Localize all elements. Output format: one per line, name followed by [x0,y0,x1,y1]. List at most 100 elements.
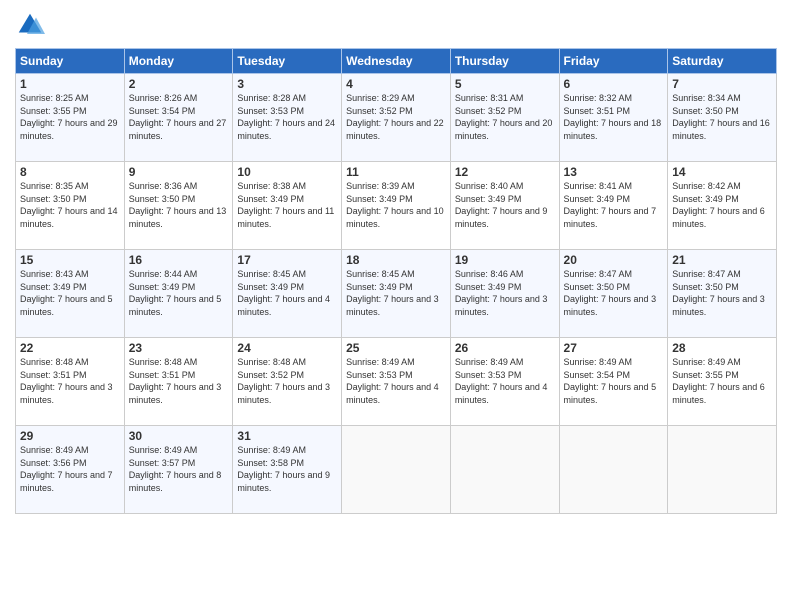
day-info: Sunrise: 8:49 AM Sunset: 3:58 PM Dayligh… [237,444,337,494]
day-info: Sunrise: 8:49 AM Sunset: 3:55 PM Dayligh… [672,356,772,406]
calendar-cell: 21 Sunrise: 8:47 AM Sunset: 3:50 PM Dayl… [668,250,777,338]
calendar-cell [450,426,559,514]
sunrise-label: Sunrise: 8:46 AM [455,269,524,279]
calendar-cell [668,426,777,514]
calendar-cell: 24 Sunrise: 8:48 AM Sunset: 3:52 PM Dayl… [233,338,342,426]
sunset-label: Sunset: 3:49 PM [346,282,413,292]
sunset-label: Sunset: 3:52 PM [455,106,522,116]
sunrise-label: Sunrise: 8:47 AM [564,269,633,279]
calendar-week-3: 15 Sunrise: 8:43 AM Sunset: 3:49 PM Dayl… [16,250,777,338]
sunset-label: Sunset: 3:49 PM [564,194,631,204]
day-number: 5 [455,77,555,91]
daylight-label: Daylight: 7 hours and 4 minutes. [346,382,439,405]
calendar-cell: 31 Sunrise: 8:49 AM Sunset: 3:58 PM Dayl… [233,426,342,514]
daylight-label: Daylight: 7 hours and 5 minutes. [129,294,222,317]
daylight-label: Daylight: 7 hours and 8 minutes. [129,470,222,493]
sunrise-label: Sunrise: 8:49 AM [346,357,415,367]
day-info: Sunrise: 8:47 AM Sunset: 3:50 PM Dayligh… [564,268,664,318]
calendar-cell: 23 Sunrise: 8:48 AM Sunset: 3:51 PM Dayl… [124,338,233,426]
sunset-label: Sunset: 3:55 PM [20,106,87,116]
daylight-label: Daylight: 7 hours and 7 minutes. [20,470,113,493]
sunrise-label: Sunrise: 8:38 AM [237,181,306,191]
day-info: Sunrise: 8:47 AM Sunset: 3:50 PM Dayligh… [672,268,772,318]
day-number: 13 [564,165,664,179]
day-info: Sunrise: 8:40 AM Sunset: 3:49 PM Dayligh… [455,180,555,230]
day-number: 22 [20,341,120,355]
daylight-label: Daylight: 7 hours and 4 minutes. [455,382,548,405]
sunset-label: Sunset: 3:57 PM [129,458,196,468]
sunset-label: Sunset: 3:56 PM [20,458,87,468]
calendar-cell: 17 Sunrise: 8:45 AM Sunset: 3:49 PM Dayl… [233,250,342,338]
sunrise-label: Sunrise: 8:49 AM [129,445,198,455]
day-number: 28 [672,341,772,355]
day-info: Sunrise: 8:49 AM Sunset: 3:53 PM Dayligh… [455,356,555,406]
daylight-label: Daylight: 7 hours and 6 minutes. [672,382,765,405]
day-header-sunday: Sunday [16,49,125,74]
day-info: Sunrise: 8:43 AM Sunset: 3:49 PM Dayligh… [20,268,120,318]
sunset-label: Sunset: 3:53 PM [237,106,304,116]
day-number: 23 [129,341,229,355]
day-number: 2 [129,77,229,91]
calendar-cell: 2 Sunrise: 8:26 AM Sunset: 3:54 PM Dayli… [124,74,233,162]
day-number: 20 [564,253,664,267]
sunrise-label: Sunrise: 8:49 AM [237,445,306,455]
sunrise-label: Sunrise: 8:43 AM [20,269,89,279]
sunset-label: Sunset: 3:50 PM [129,194,196,204]
calendar-cell: 4 Sunrise: 8:29 AM Sunset: 3:52 PM Dayli… [342,74,451,162]
calendar-cell: 15 Sunrise: 8:43 AM Sunset: 3:49 PM Dayl… [16,250,125,338]
day-number: 8 [20,165,120,179]
calendar-cell: 6 Sunrise: 8:32 AM Sunset: 3:51 PM Dayli… [559,74,668,162]
day-header-thursday: Thursday [450,49,559,74]
calendar-cell: 27 Sunrise: 8:49 AM Sunset: 3:54 PM Dayl… [559,338,668,426]
sunrise-label: Sunrise: 8:28 AM [237,93,306,103]
calendar-cell: 8 Sunrise: 8:35 AM Sunset: 3:50 PM Dayli… [16,162,125,250]
daylight-label: Daylight: 7 hours and 13 minutes. [129,206,227,229]
sunrise-label: Sunrise: 8:35 AM [20,181,89,191]
calendar-cell: 10 Sunrise: 8:38 AM Sunset: 3:49 PM Dayl… [233,162,342,250]
calendar-cell: 20 Sunrise: 8:47 AM Sunset: 3:50 PM Dayl… [559,250,668,338]
day-info: Sunrise: 8:39 AM Sunset: 3:49 PM Dayligh… [346,180,446,230]
calendar-cell: 29 Sunrise: 8:49 AM Sunset: 3:56 PM Dayl… [16,426,125,514]
day-info: Sunrise: 8:35 AM Sunset: 3:50 PM Dayligh… [20,180,120,230]
day-info: Sunrise: 8:29 AM Sunset: 3:52 PM Dayligh… [346,92,446,142]
sunset-label: Sunset: 3:50 PM [672,282,739,292]
day-header-wednesday: Wednesday [342,49,451,74]
daylight-label: Daylight: 7 hours and 3 minutes. [672,294,765,317]
calendar-week-2: 8 Sunrise: 8:35 AM Sunset: 3:50 PM Dayli… [16,162,777,250]
sunrise-label: Sunrise: 8:49 AM [564,357,633,367]
day-number: 3 [237,77,337,91]
sunset-label: Sunset: 3:49 PM [455,282,522,292]
day-info: Sunrise: 8:49 AM Sunset: 3:57 PM Dayligh… [129,444,229,494]
day-number: 26 [455,341,555,355]
daylight-label: Daylight: 7 hours and 6 minutes. [672,206,765,229]
calendar-cell: 11 Sunrise: 8:39 AM Sunset: 3:49 PM Dayl… [342,162,451,250]
daylight-label: Daylight: 7 hours and 3 minutes. [20,382,113,405]
sunset-label: Sunset: 3:53 PM [455,370,522,380]
daylight-label: Daylight: 7 hours and 4 minutes. [237,294,330,317]
calendar-cell: 22 Sunrise: 8:48 AM Sunset: 3:51 PM Dayl… [16,338,125,426]
day-header-friday: Friday [559,49,668,74]
sunset-label: Sunset: 3:54 PM [564,370,631,380]
sunrise-label: Sunrise: 8:34 AM [672,93,741,103]
calendar-cell: 12 Sunrise: 8:40 AM Sunset: 3:49 PM Dayl… [450,162,559,250]
day-number: 29 [20,429,120,443]
sunset-label: Sunset: 3:54 PM [129,106,196,116]
day-info: Sunrise: 8:49 AM Sunset: 3:53 PM Dayligh… [346,356,446,406]
sunset-label: Sunset: 3:51 PM [564,106,631,116]
day-info: Sunrise: 8:44 AM Sunset: 3:49 PM Dayligh… [129,268,229,318]
sunset-label: Sunset: 3:52 PM [346,106,413,116]
day-header-monday: Monday [124,49,233,74]
sunset-label: Sunset: 3:58 PM [237,458,304,468]
daylight-label: Daylight: 7 hours and 9 minutes. [455,206,548,229]
calendar-cell [342,426,451,514]
daylight-label: Daylight: 7 hours and 29 minutes. [20,118,118,141]
calendar-cell: 7 Sunrise: 8:34 AM Sunset: 3:50 PM Dayli… [668,74,777,162]
daylight-label: Daylight: 7 hours and 10 minutes. [346,206,444,229]
sunrise-label: Sunrise: 8:45 AM [346,269,415,279]
day-info: Sunrise: 8:46 AM Sunset: 3:49 PM Dayligh… [455,268,555,318]
calendar-cell: 18 Sunrise: 8:45 AM Sunset: 3:49 PM Dayl… [342,250,451,338]
calendar-cell: 30 Sunrise: 8:49 AM Sunset: 3:57 PM Dayl… [124,426,233,514]
day-number: 9 [129,165,229,179]
sunrise-label: Sunrise: 8:48 AM [237,357,306,367]
day-info: Sunrise: 8:41 AM Sunset: 3:49 PM Dayligh… [564,180,664,230]
